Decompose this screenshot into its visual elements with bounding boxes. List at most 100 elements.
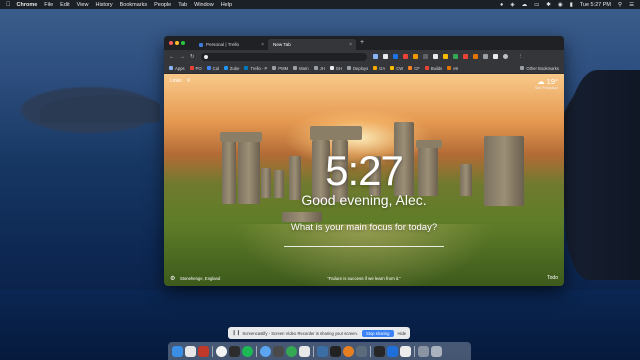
weather-widget[interactable]: ☁ 19° San Francisco (535, 77, 558, 90)
focus-input[interactable] (284, 246, 444, 247)
tab-new-tab[interactable]: New Tab × (268, 39, 356, 50)
search-icon[interactable]: ⚲ (618, 2, 622, 8)
finder-icon[interactable] (172, 345, 183, 357)
app-icon[interactable] (273, 345, 284, 357)
menubar-clock[interactable]: Tue 5:27 PM (580, 2, 611, 8)
menu-file[interactable]: File (44, 2, 53, 8)
extension-icon[interactable] (412, 54, 418, 59)
bookmark-cal[interactable]: Cal (206, 66, 219, 71)
more-menu-icon[interactable]: ⋮ (518, 54, 524, 60)
app-icon[interactable] (185, 345, 196, 357)
bookmark-pmm[interactable]: PMM (272, 66, 288, 71)
bookmark-cf[interactable]: CF (408, 66, 420, 71)
bookmark-cw[interactable]: CW (390, 66, 403, 71)
close-tab-icon[interactable]: × (349, 42, 352, 48)
bookmark-e9[interactable]: e9 (447, 66, 458, 71)
close-window-button[interactable] (169, 41, 173, 45)
trash-icon[interactable] (431, 345, 442, 357)
tab-strip: Personal | Trello × New Tab × + (164, 36, 564, 50)
app-icon[interactable] (387, 345, 398, 357)
bookmark-ga[interactable]: GA (373, 66, 385, 71)
app-icon[interactable] (356, 345, 367, 357)
stop-sharing-button[interactable]: Stop sharing (362, 329, 394, 337)
extension-icon[interactable] (432, 54, 438, 59)
bookmark-marn[interactable]: Marn (293, 66, 309, 71)
bookmark-builds[interactable]: Builds (424, 66, 442, 71)
spotify-icon[interactable] (242, 345, 253, 357)
bookmark-other[interactable]: Other Bookmarks (520, 66, 559, 71)
extension-icon[interactable] (452, 54, 458, 59)
menu-app-name[interactable]: Chrome (17, 2, 38, 8)
bookmark-jh[interactable]: JH (313, 66, 325, 71)
menu-people[interactable]: People (154, 2, 171, 8)
extension-icon[interactable] (382, 54, 388, 59)
chrome-icon[interactable] (286, 345, 297, 357)
back-icon[interactable]: ← (169, 54, 175, 60)
app-icon[interactable] (374, 345, 385, 357)
airplay-icon[interactable]: ▭ (534, 2, 539, 8)
close-tab-icon[interactable]: × (261, 42, 264, 48)
terminal-icon[interactable] (330, 345, 341, 357)
extension-icon[interactable] (422, 54, 428, 59)
bookmark-deploys[interactable]: Deploys (347, 66, 368, 71)
menu-bookmarks[interactable]: Bookmarks (120, 2, 148, 8)
app-icon[interactable] (400, 345, 411, 357)
app-icon[interactable] (317, 345, 328, 357)
menu-edit[interactable]: Edit (60, 2, 69, 8)
todo-button[interactable]: Todo (547, 275, 558, 281)
tab-trello[interactable]: Personal | Trello × (194, 39, 268, 50)
search-icon[interactable]: ⚲ (187, 78, 191, 84)
extension-icon[interactable] (392, 54, 398, 59)
bookmark-apps[interactable]: Apps (169, 66, 185, 71)
chrome-window: Personal | Trello × New Tab × + ← → ↻ ⋮ … (164, 36, 564, 286)
bookmark-trello[interactable]: Trello - P (244, 66, 267, 71)
forward-icon[interactable]: → (180, 54, 186, 60)
reload-icon[interactable]: ↻ (190, 54, 195, 60)
app-icon[interactable] (216, 345, 227, 357)
extension-icon[interactable] (442, 54, 448, 59)
extension-icon[interactable] (462, 54, 468, 59)
menu-list-icon[interactable]: ☰ (629, 2, 634, 8)
links-label[interactable]: Links (170, 78, 182, 84)
hide-button[interactable]: Hide (398, 331, 407, 336)
address-bar[interactable] (200, 52, 367, 61)
extension-icon[interactable] (372, 54, 378, 59)
bookmark-zube[interactable]: Zube (223, 66, 239, 71)
extension-icon[interactable] (402, 54, 408, 59)
cloud-icon[interactable]: ☁ (522, 2, 528, 8)
menu-help[interactable]: Help (221, 2, 232, 8)
menu-tab[interactable]: Tab (178, 2, 187, 8)
wifi-icon[interactable]: ◉ (558, 2, 563, 8)
app-icon[interactable] (260, 345, 271, 357)
links-panel[interactable]: Links ⚲ (170, 78, 190, 84)
dock-separator (256, 345, 257, 357)
extension-icon[interactable] (482, 54, 488, 59)
bookmark-gh[interactable]: GH (329, 66, 342, 71)
app-icon[interactable] (229, 345, 240, 357)
minimize-window-button[interactable] (175, 41, 179, 45)
bookmark-po[interactable]: PO (189, 66, 202, 71)
camera-icon[interactable]: ● (500, 2, 503, 8)
new-tab-button[interactable]: + (360, 39, 364, 46)
dropbox-icon[interactable]: ◈ (510, 2, 514, 8)
extensions-area: ⋮ (372, 54, 524, 60)
dock-separator (370, 345, 371, 357)
app-icon[interactable] (343, 345, 354, 357)
maximize-window-button[interactable] (181, 41, 185, 45)
extension-icon[interactable] (472, 54, 478, 59)
avatar[interactable] (502, 54, 508, 59)
menu-history[interactable]: History (95, 2, 112, 8)
app-icon[interactable] (198, 345, 209, 357)
cloud-moon-icon: ☁ (537, 77, 545, 86)
app-icon[interactable] (299, 345, 310, 357)
focus-prompt: What is your main focus for today? (290, 222, 438, 233)
menu-view[interactable]: View (77, 2, 89, 8)
bluetooth-icon[interactable]: ✱ (546, 2, 551, 8)
battery-icon[interactable]: ▮ (570, 2, 573, 8)
extension-icon[interactable] (492, 54, 498, 59)
app-icon[interactable] (418, 345, 429, 357)
apple-menu-icon[interactable]:  (6, 2, 11, 8)
greeting: Good evening, Alec. (301, 192, 427, 208)
island (40, 95, 160, 123)
menu-window[interactable]: Window (194, 2, 214, 8)
